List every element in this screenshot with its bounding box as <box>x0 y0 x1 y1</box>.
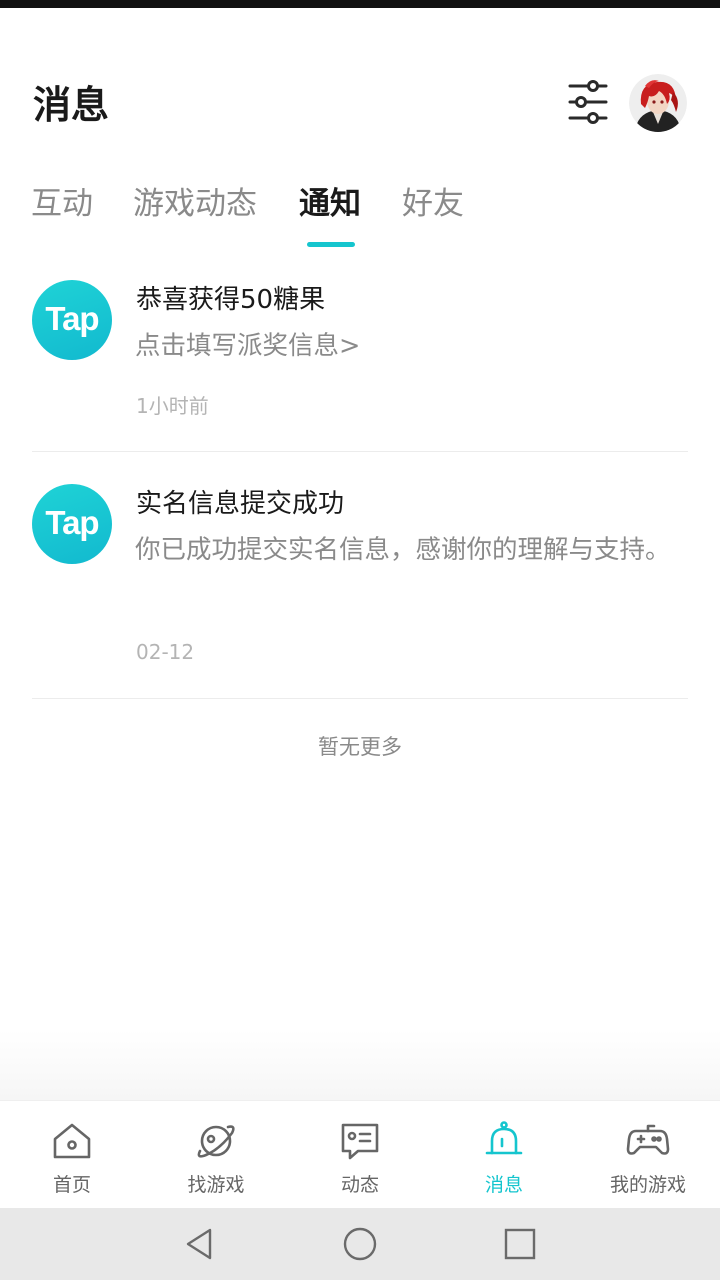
nav-find-games[interactable]: 找游戏 <box>144 1101 288 1209</box>
tab-game-updates[interactable]: 游戏动态 <box>133 182 257 226</box>
tap-logo-icon: Tap <box>32 280 112 360</box>
tab-interactions[interactable]: 互动 <box>31 182 93 226</box>
notification-item[interactable]: Tap 实名信息提交成功 你已成功提交实名信息，感谢你的理解与支持。 02-12 <box>0 474 720 698</box>
tap-logo-text: Tap <box>45 300 99 337</box>
chat-icon <box>341 1123 379 1160</box>
tab-bar: 互动 游戏动态 通知 好友 <box>0 180 720 252</box>
filter-button[interactable] <box>562 78 614 126</box>
notification-item[interactable]: Tap 恭喜获得50糖果 点击填写派奖信息> 1小时前 <box>0 270 720 452</box>
nav-feed-label: 动态 <box>340 1174 379 1196</box>
notification-title: 恭喜获得50糖果 <box>136 285 326 315</box>
nav-messages-label: 消息 <box>484 1174 523 1196</box>
gamepad-icon <box>626 1124 670 1155</box>
planet-icon <box>197 1125 235 1158</box>
notification-time: 02-12 <box>136 640 195 664</box>
nav-messages[interactable]: 消息 <box>432 1101 576 1209</box>
notification-body: 你已成功提交实名信息，感谢你的理解与支持。 <box>135 535 671 565</box>
tab-notifications[interactable]: 通知 <box>299 182 361 226</box>
status-bar <box>0 0 720 8</box>
divider <box>32 698 688 699</box>
page-title: 消息 <box>33 83 110 127</box>
nav-find-games-label: 找游戏 <box>187 1174 245 1196</box>
bottom-nav: 首页 找游戏 动态 消息 我的游戏 <box>0 1100 720 1208</box>
home-icon <box>53 1123 91 1159</box>
back-icon[interactable] <box>182 1226 218 1262</box>
recents-icon[interactable] <box>502 1226 538 1262</box>
nav-home[interactable]: 首页 <box>0 1101 144 1209</box>
tab-friends[interactable]: 好友 <box>402 182 464 226</box>
divider <box>32 451 688 452</box>
tap-logo-icon: Tap <box>32 484 112 564</box>
system-navigation-bar <box>0 1208 720 1280</box>
tap-logo-text: Tap <box>45 504 99 541</box>
active-tab-indicator <box>307 242 355 247</box>
nav-my-games-label: 我的游戏 <box>609 1174 686 1196</box>
list-end-label: 暂无更多 <box>318 735 402 759</box>
notification-title: 实名信息提交成功 <box>136 489 345 519</box>
bottom-fade <box>0 1030 720 1100</box>
notification-body[interactable]: 点击填写派奖信息> <box>135 324 680 368</box>
notification-time: 1小时前 <box>136 394 209 418</box>
nav-home-label: 首页 <box>52 1174 91 1196</box>
user-avatar-icon <box>629 74 687 132</box>
nav-my-games[interactable]: 我的游戏 <box>576 1101 720 1209</box>
bell-icon <box>485 1121 523 1155</box>
header: 消息 <box>0 60 720 150</box>
nav-feed[interactable]: 动态 <box>288 1101 432 1209</box>
avatar[interactable] <box>629 74 687 132</box>
home-circle-icon[interactable] <box>342 1226 378 1262</box>
sliders-icon <box>568 80 608 124</box>
